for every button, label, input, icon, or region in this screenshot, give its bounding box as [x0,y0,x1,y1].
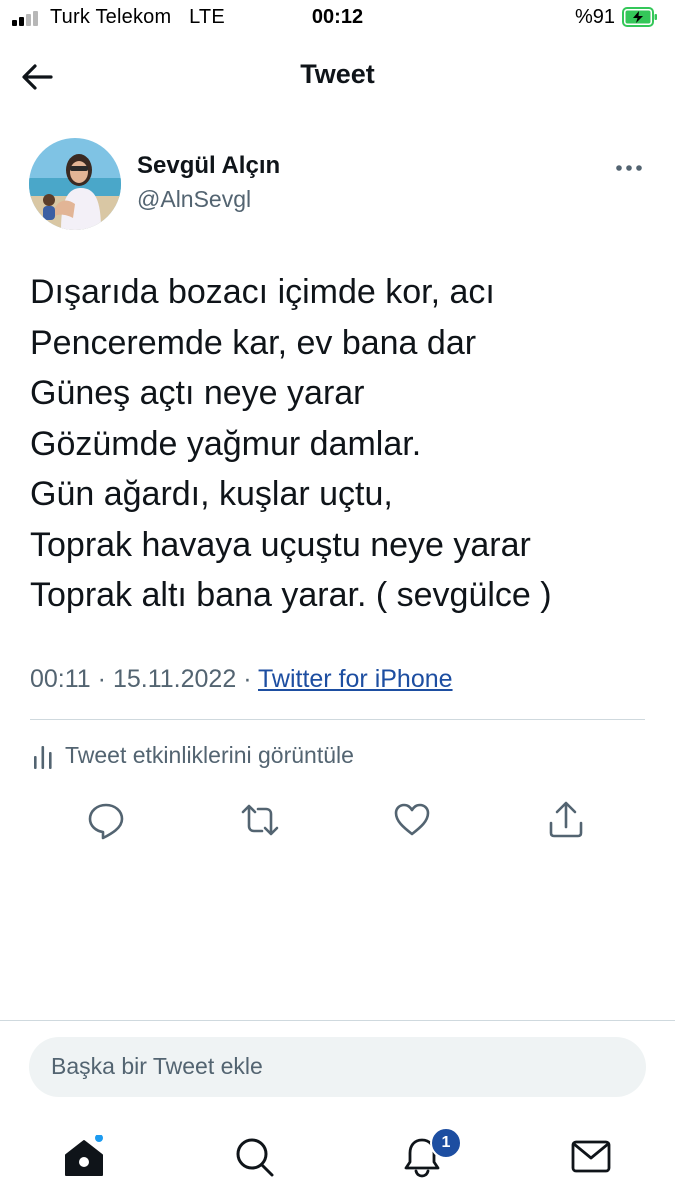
messages-icon[interactable] [569,1135,613,1179]
battery-charging-icon [622,7,657,27]
like-icon[interactable] [392,800,432,840]
reply-input[interactable]: Başka bir Tweet ekle [29,1037,646,1097]
reply-icon[interactable] [86,800,126,840]
battery-percent: %91 [575,6,616,28]
tweet-line: Toprak havaya uçuştu neye yarar [30,525,531,564]
tweet-line: Gün ağardı, kuşlar uçtu, [30,475,393,513]
home-icon[interactable] [62,1135,106,1179]
page-title: Tweet [300,59,375,89]
retweet-icon[interactable] [240,800,280,840]
avatar[interactable] [29,138,121,230]
tweet-text: Dışarıda bozacı içimde kor, acı Pencerem… [30,267,650,621]
more-options-icon[interactable] [612,156,646,180]
share-icon[interactable] [546,800,586,840]
tweet-date: 15.11.2022 [112,665,237,693]
tweet-line: Güneş açtı neye yarar [30,374,365,412]
tweet-source-link[interactable]: Twitter for iPhone [258,665,453,693]
tweet-line: Dışarıda bozacı içimde kor, acı [30,273,495,311]
divider [0,1020,675,1021]
divider [30,719,645,720]
status-bar: Turk Telekom LTE 00:12 %91 [0,0,675,38]
search-icon[interactable] [232,1135,276,1179]
analytics-label: Tweet etkinliklerini görüntüle [65,742,354,768]
meta-separator: · [243,665,252,693]
author-handle[interactable]: @AlnSevgl [137,186,251,213]
tweet-line: Penceremde kar, ev bana dar [30,323,477,362]
status-time: 00:12 [311,6,364,28]
tweet-line: Toprak altı bana yarar. ( sevgülce ) [30,576,552,614]
notification-badge: 1 [430,1127,462,1159]
reply-placeholder: Başka bir Tweet ekle [51,1053,263,1079]
tweet-meta: 00:11 · 15.11.2022 · Twitter for iPhone [30,665,453,694]
tweet-line: Gözümde yağmur damlar. [30,424,422,463]
meta-separator: · [97,665,106,693]
analytics-icon [34,746,52,769]
tweet-time: 00:11 [30,665,91,693]
author-display-name[interactable]: Sevgül Alçın [137,152,280,180]
